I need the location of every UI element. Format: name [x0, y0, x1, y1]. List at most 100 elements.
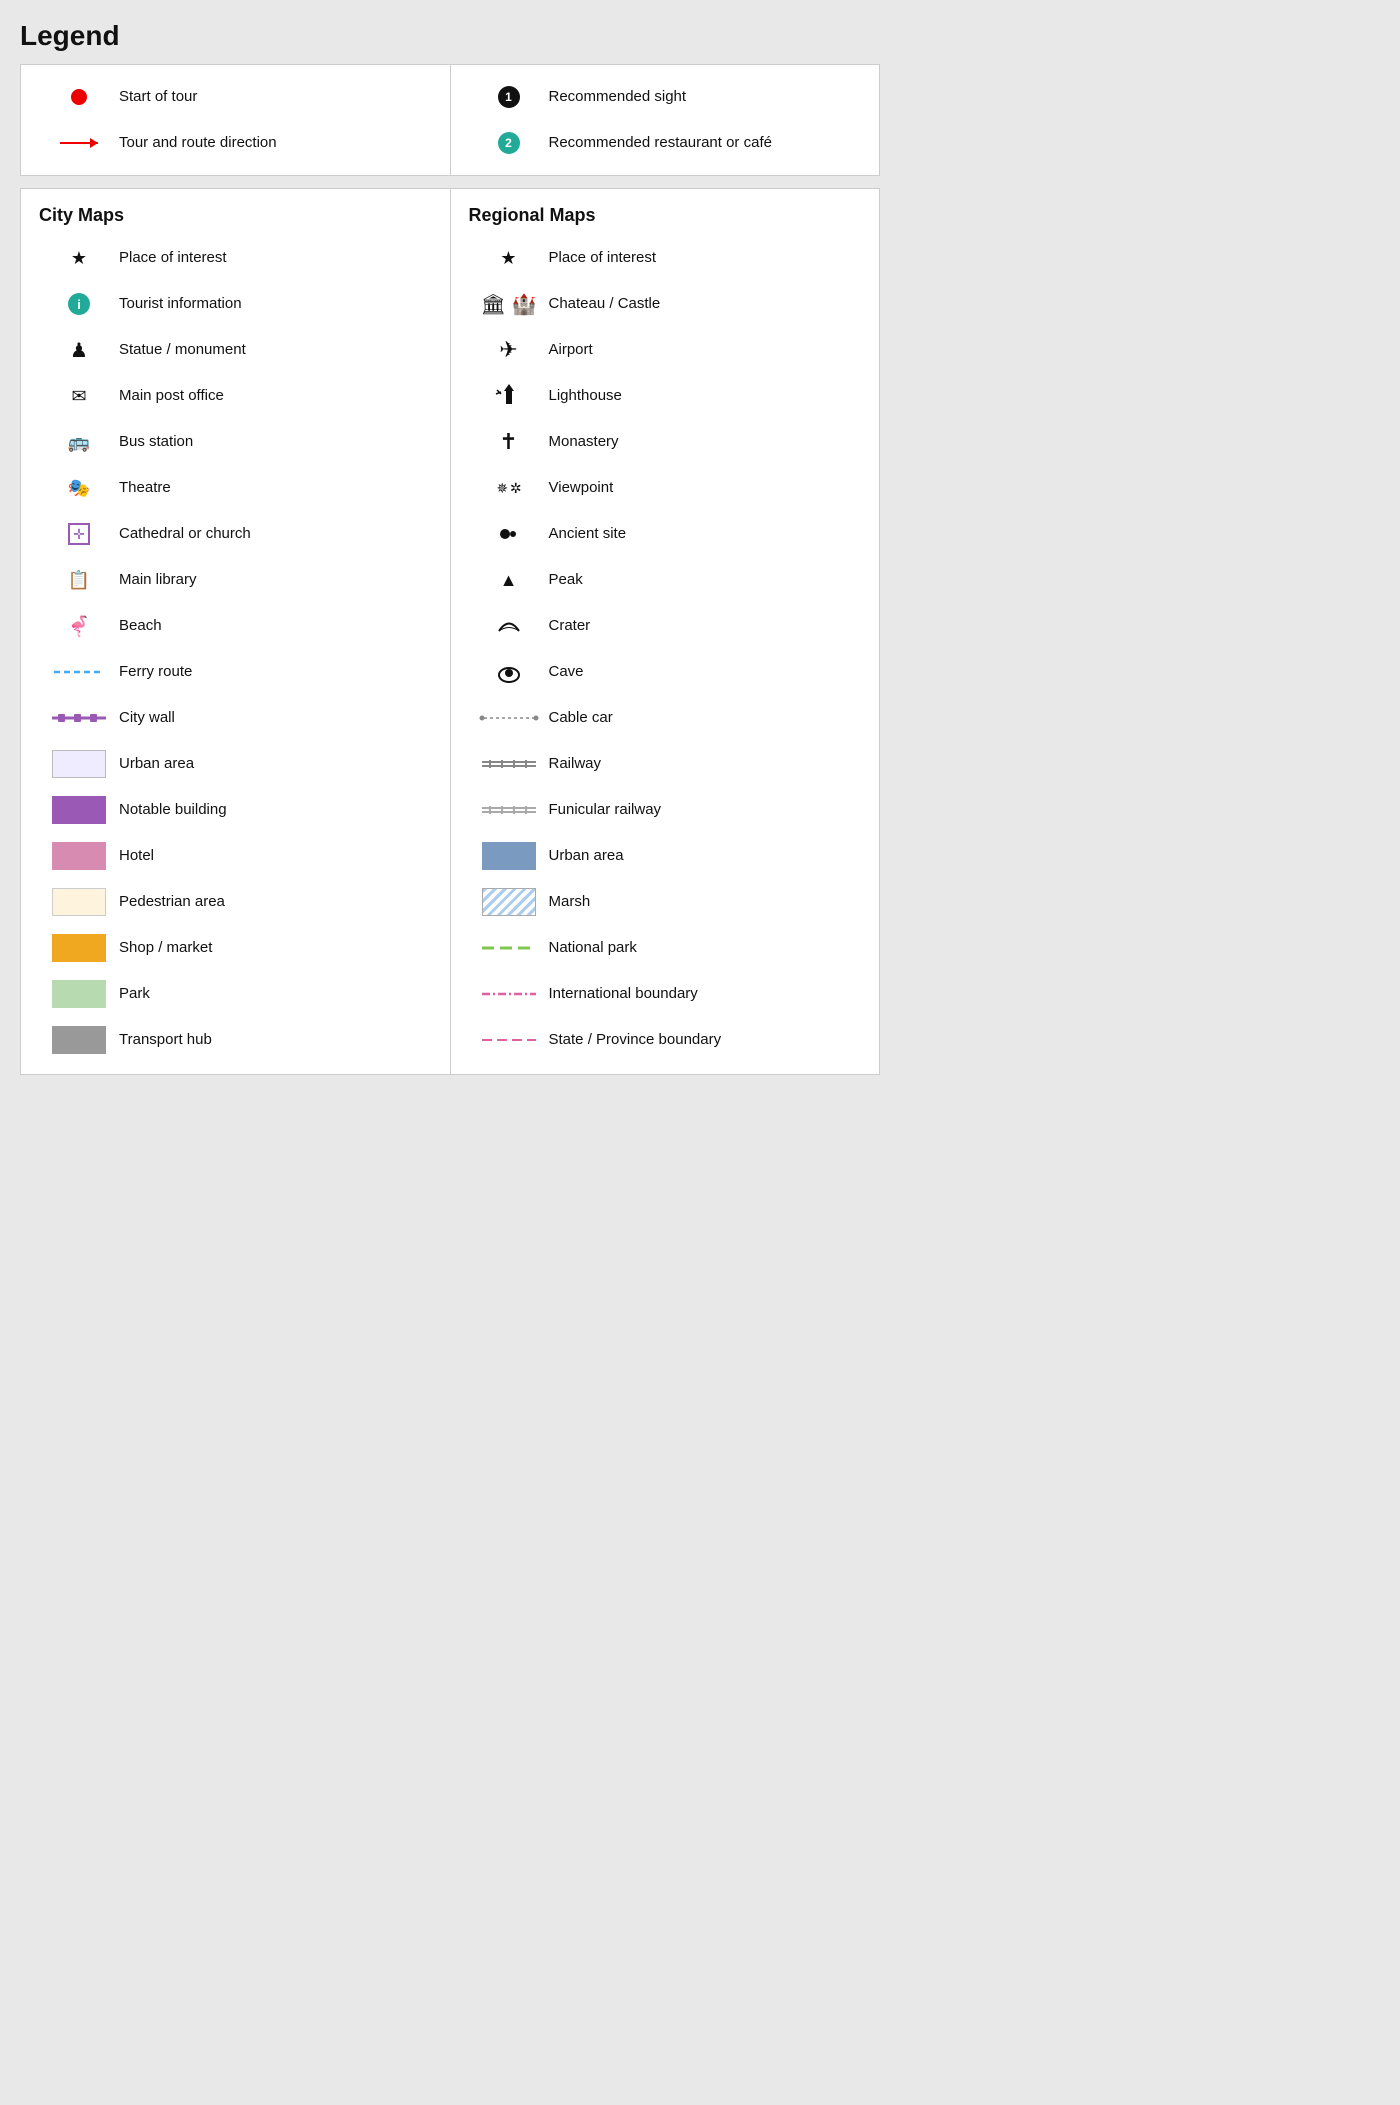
- cable-car-icon: [469, 711, 549, 725]
- list-item: ★ Place of interest: [469, 240, 862, 276]
- castle-icon: 🏛 🏰: [469, 292, 549, 317]
- post-office-label: Main post office: [119, 386, 432, 406]
- cave-icon: [469, 661, 549, 683]
- statue-icon: ♟: [39, 338, 119, 363]
- city-maps-column: City Maps ★ Place of interest i Tourist …: [20, 188, 450, 1075]
- list-item: Shop / market: [39, 930, 432, 966]
- tourist-info-label: Tourist information: [119, 294, 432, 314]
- start-of-tour-icon: [39, 89, 119, 105]
- plane-icon: ✈: [499, 337, 517, 363]
- list-item: 🦩 Beach: [39, 608, 432, 644]
- chess-piece-icon: ♟: [70, 338, 88, 363]
- list-item: ✵ ✲ Viewpoint: [469, 470, 862, 506]
- marsh-label: Marsh: [549, 892, 862, 912]
- urban-area-reg-icon: [469, 842, 549, 870]
- place-of-interest-city-label: Place of interest: [119, 248, 432, 268]
- monastery-icon: ✝: [469, 429, 549, 455]
- list-item: Transport hub: [39, 1022, 432, 1058]
- recommended-restaurant-icon: 2: [469, 132, 549, 154]
- list-item: ★ Place of interest: [39, 240, 432, 276]
- lighthouse-icon: [469, 382, 549, 410]
- city-wall-label: City wall: [119, 708, 432, 728]
- funicular-icon: [469, 803, 549, 817]
- list-item: Lighthouse: [469, 378, 862, 414]
- airport-icon: ✈: [469, 337, 549, 363]
- theatre-icon: 🎭: [39, 478, 119, 499]
- funicular-line-icon: [482, 803, 536, 817]
- list-item: Cave: [469, 654, 862, 690]
- castle-label: Chateau / Castle: [549, 294, 862, 314]
- list-item: i Tourist information: [39, 286, 432, 322]
- railway-line-icon: [482, 757, 536, 771]
- funicular-label: Funicular railway: [549, 800, 862, 820]
- cave-svg-icon: [495, 661, 523, 683]
- shop-color-box: [52, 934, 106, 962]
- viewpoint-icon: ✵ ✲: [469, 480, 549, 497]
- masks-icon: 🎭: [68, 478, 90, 499]
- regional-maps-column: Regional Maps ★ Place of interest 🏛 🏰 Ch…: [450, 188, 881, 1075]
- urban-area-city-icon: [39, 750, 119, 778]
- ancient-svg-icon: [497, 524, 521, 544]
- book-icon: 📋: [68, 570, 90, 591]
- state-boundary-line-icon: [482, 1035, 536, 1045]
- lighthouse-label: Lighthouse: [549, 386, 862, 406]
- statue-label: Statue / monument: [119, 340, 432, 360]
- park-label: Park: [119, 984, 432, 1004]
- cave-label: Cave: [549, 662, 862, 682]
- start-of-tour-item: Start of tour: [39, 79, 432, 115]
- urban-reg-color-box: [482, 842, 536, 870]
- place-of-interest-city-icon: ★: [39, 248, 119, 269]
- natpark-line-icon: [482, 943, 536, 953]
- top-right: 1 Recommended sight 2 Recommended restau…: [451, 65, 880, 175]
- list-item: ✝ Monastery: [469, 424, 862, 460]
- list-item: ✉ Main post office: [39, 378, 432, 414]
- pedestrian-label: Pedestrian area: [119, 892, 432, 912]
- post-office-icon: ✉: [39, 386, 119, 407]
- top-left: Start of tour Tour and route direction: [21, 65, 451, 175]
- library-label: Main library: [119, 570, 432, 590]
- crater-svg-icon: [494, 616, 524, 636]
- envelope-icon: ✉: [71, 386, 86, 407]
- tour-direction-label: Tour and route direction: [119, 133, 432, 153]
- triangle-icon: ▲: [500, 570, 518, 591]
- lighthouse-svg-icon: [495, 382, 523, 410]
- tour-direction-icon: [39, 142, 119, 144]
- list-item: Railway: [469, 746, 862, 782]
- crater-icon: [469, 616, 549, 636]
- bus-icon: 🚌: [68, 432, 90, 453]
- shop-market-icon: [39, 934, 119, 962]
- list-item: Urban area: [39, 746, 432, 782]
- bus-station-label: Bus station: [119, 432, 432, 452]
- list-item: 🏛 🏰 Chateau / Castle: [469, 286, 862, 322]
- rays-icon: ✵ ✲: [496, 480, 520, 497]
- list-item: National park: [469, 930, 862, 966]
- list-item: Ancient site: [469, 516, 862, 552]
- peak-icon: ▲: [469, 570, 549, 591]
- recommended-restaurant-label: Recommended restaurant or café: [549, 133, 862, 153]
- recommended-sight-item: 1 Recommended sight: [469, 79, 862, 115]
- monastery-label: Monastery: [549, 432, 862, 452]
- notable-color-box: [52, 796, 106, 824]
- list-item: ♟ Statue / monument: [39, 332, 432, 368]
- marsh-icon: [469, 888, 549, 916]
- intl-boundary-label: International boundary: [549, 984, 862, 1004]
- list-item: Park: [39, 976, 432, 1012]
- railway-icon: [469, 757, 549, 771]
- park-color-box: [52, 980, 106, 1008]
- tourist-info-icon: i: [39, 293, 119, 315]
- state-boundary-label: State / Province boundary: [549, 1030, 862, 1050]
- airport-label: Airport: [549, 340, 862, 360]
- star-icon: ★: [71, 248, 87, 269]
- top-section: Start of tour Tour and route direction 1…: [20, 64, 880, 176]
- list-item: Marsh: [469, 884, 862, 920]
- recommended-sight-label: Recommended sight: [549, 87, 862, 107]
- info-circle-icon: i: [68, 293, 90, 315]
- city-wall-icon: [39, 711, 119, 725]
- pedestrian-color-box: [52, 888, 106, 916]
- city-wall-line-icon: [52, 711, 106, 725]
- church-box-icon: ✛: [68, 523, 90, 545]
- urban-color-box: [52, 750, 106, 778]
- legend-title: Legend: [20, 20, 880, 52]
- intl-boundary-icon: [469, 989, 549, 999]
- viewpoint-label: Viewpoint: [549, 478, 862, 498]
